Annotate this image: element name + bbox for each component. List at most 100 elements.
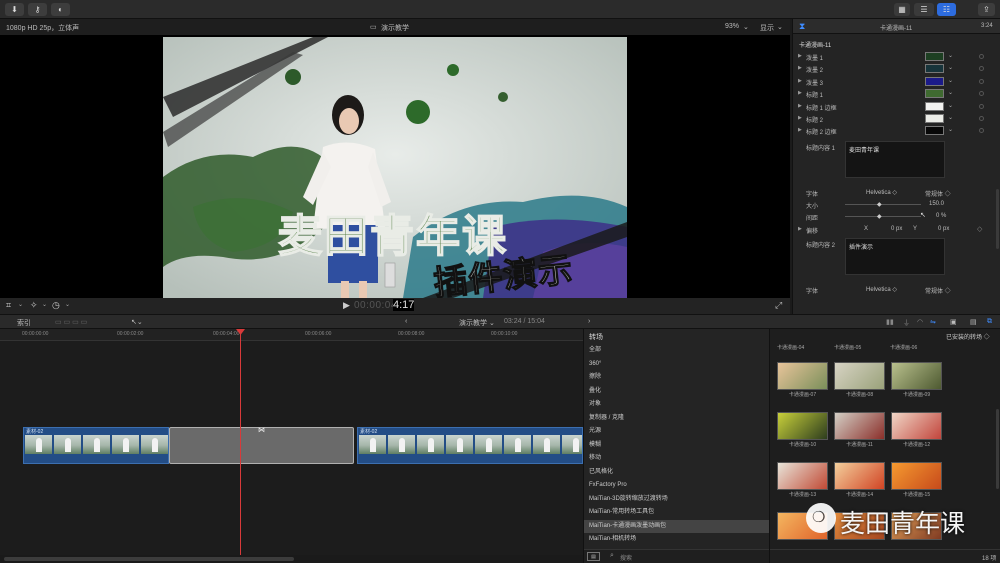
disclosure-triangle-icon[interactable]: ▶ bbox=[798, 127, 802, 133]
playhead[interactable] bbox=[240, 329, 241, 563]
timeline[interactable]: 00:00:00:00 00:00:02:00 00:00:04:00 00:0… bbox=[0, 329, 583, 563]
timeline-ruler[interactable]: 00:00:00:00 00:00:02:00 00:00:04:00 00:0… bbox=[0, 329, 583, 341]
transform-icon[interactable]: ⌗ bbox=[6, 300, 11, 311]
zoom-select[interactable]: 93% bbox=[725, 23, 739, 30]
chevron-down-icon[interactable]: ⌄ bbox=[948, 64, 953, 71]
transition-thumbnail[interactable]: 卡通漫画-11 bbox=[834, 412, 885, 448]
category-item[interactable]: 全部 bbox=[584, 344, 770, 357]
disclosure-triangle-icon[interactable]: ▶ bbox=[798, 103, 802, 109]
font-select[interactable]: Helvetica ◇ bbox=[866, 189, 897, 196]
keyframe-icon[interactable] bbox=[979, 54, 984, 59]
size-slider[interactable] bbox=[845, 204, 921, 205]
color-param-row[interactable]: ▶ 标题 1 ⌄ bbox=[793, 88, 1000, 99]
transition-thumbnail[interactable]: 卡通漫画-09 bbox=[891, 362, 942, 398]
clip-appearance-icon[interactable]: ▣ bbox=[950, 318, 957, 326]
color-param-row[interactable]: ▶ 标题 2 ⌄ bbox=[793, 113, 1000, 124]
color-swatch[interactable] bbox=[925, 64, 944, 74]
grid-scrollbar[interactable] bbox=[996, 409, 999, 489]
transition-thumbnail[interactable]: 卡通漫画-13 bbox=[777, 462, 828, 498]
skimming-icon[interactable]: ⏚ bbox=[903, 318, 910, 328]
inspector-scrollbar[interactable] bbox=[996, 189, 999, 249]
color-param-row[interactable]: ▶ 泼墨 1 ⌄ bbox=[793, 51, 1000, 62]
chevron-down-icon[interactable]: ⌄ bbox=[948, 126, 953, 133]
color-param-row[interactable]: ▶ 泼墨 2 ⌄ bbox=[793, 63, 1000, 74]
keywords-button[interactable]: ⚷ bbox=[28, 3, 47, 16]
chevron-down-icon[interactable]: ⌄ bbox=[948, 114, 953, 121]
category-item[interactable]: 叠化 bbox=[584, 385, 770, 398]
category-item[interactable]: FxFactory Pro bbox=[584, 479, 770, 492]
forward-icon[interactable]: › bbox=[588, 318, 590, 325]
font2-select[interactable]: Helvetica ◇ bbox=[866, 286, 897, 293]
effects-browser-icon[interactable]: ▤ bbox=[970, 318, 977, 326]
category-item[interactable]: 移动 bbox=[584, 452, 770, 465]
title-content-1-field[interactable]: 麦田青年课 bbox=[845, 141, 945, 178]
transition-thumbnail[interactable]: 卡通漫画-14 bbox=[834, 462, 885, 498]
timeline-scrollbar[interactable] bbox=[0, 555, 583, 563]
transition-clip[interactable]: ⋈ bbox=[169, 427, 354, 464]
category-item[interactable]: MaiTian-相机转场 bbox=[584, 533, 770, 546]
disclosure-triangle-icon[interactable]: ▶ bbox=[798, 90, 802, 96]
category-item[interactable]: 对象 bbox=[584, 398, 770, 411]
background-tasks-button[interactable]: ◐ bbox=[51, 3, 70, 16]
keyframe-icon[interactable]: ◇ bbox=[977, 225, 982, 233]
keyframe-icon[interactable] bbox=[979, 78, 984, 84]
slider-knob-icon[interactable]: ◆ bbox=[877, 213, 882, 220]
category-item[interactable]: 擦除 bbox=[584, 371, 770, 384]
installed-filter[interactable]: 已安装的转场 ◇ bbox=[946, 332, 990, 341]
color-swatch[interactable] bbox=[925, 89, 944, 99]
inspector-layout-button[interactable]: ☷ bbox=[937, 3, 956, 16]
index-button[interactable]: 索引 bbox=[17, 318, 31, 328]
sidebar-toggle-icon[interactable]: ▤ bbox=[587, 552, 600, 561]
size-value[interactable]: 150.0 bbox=[929, 201, 944, 207]
keyframe-icon[interactable] bbox=[979, 128, 984, 134]
audio-meter-icon[interactable]: ▮▮ bbox=[886, 318, 894, 326]
title-content-2-field[interactable]: 插件演示 bbox=[845, 238, 945, 275]
transition-thumbnail[interactable]: 卡通漫画-07 bbox=[777, 362, 828, 398]
category-item[interactable]: 复制器 / 克隆 bbox=[584, 412, 770, 425]
fullscreen-icon[interactable]: ⤢ bbox=[775, 300, 782, 311]
color-swatch[interactable] bbox=[925, 76, 944, 86]
video-clip[interactable]: 素材-02 bbox=[23, 427, 169, 464]
share-button[interactable]: ⇪ bbox=[978, 3, 995, 16]
chevron-down-icon[interactable]: ⌄ bbox=[948, 89, 953, 96]
project-name[interactable]: 演示教学 ⌄ bbox=[459, 318, 495, 328]
disclosure-triangle-icon[interactable]: ▶ bbox=[798, 53, 802, 59]
edit-tools-icon[interactable]: ▭ ▭ ▭ ▭ bbox=[55, 318, 87, 326]
disclosure-triangle-icon[interactable]: ▶ bbox=[798, 226, 802, 232]
disclosure-triangle-icon[interactable]: ▶ bbox=[798, 115, 802, 121]
color-swatch[interactable] bbox=[925, 126, 944, 136]
color-param-row[interactable]: ▶ 标题 2 边框 ⌄ bbox=[793, 125, 1000, 136]
transition-thumbnail[interactable]: 卡通漫画-08 bbox=[834, 362, 885, 398]
disclosure-triangle-icon[interactable]: ▶ bbox=[798, 65, 802, 71]
category-item[interactable]: 光源 bbox=[584, 425, 770, 438]
viewer[interactable]: 麦田青年课 插件演示 bbox=[0, 35, 790, 298]
chevron-down-icon[interactable]: ⌄ bbox=[948, 52, 953, 59]
chevron-down-icon[interactable]: ⌄ bbox=[948, 102, 953, 109]
spacing-slider[interactable] bbox=[845, 216, 921, 217]
transition-thumbnail[interactable]: 卡通漫画-12 bbox=[891, 412, 942, 448]
font-style-select[interactable]: 常规体 ◇ bbox=[925, 189, 951, 198]
font2-style-select[interactable]: 常规体 ◇ bbox=[925, 286, 951, 295]
category-item[interactable]: 模糊 bbox=[584, 439, 770, 452]
color-swatch[interactable] bbox=[925, 114, 944, 123]
enhance-icon[interactable]: ✧ bbox=[30, 300, 38, 311]
keyframe-icon[interactable] bbox=[979, 66, 984, 72]
transition-thumbnail[interactable]: 卡通漫画-15 bbox=[891, 462, 942, 498]
category-item[interactable]: 已风格化 bbox=[584, 466, 770, 479]
generator-icon[interactable]: ⧗ bbox=[799, 21, 805, 32]
play-button[interactable]: ▶ bbox=[343, 300, 350, 311]
color-swatch[interactable] bbox=[925, 52, 944, 61]
transitions-browser-icon[interactable]: ⧉ bbox=[987, 318, 992, 326]
transition-thumbnail[interactable]: 卡通漫画-10 bbox=[777, 412, 828, 448]
category-item[interactable]: MaiTian-卡通漫画泼墨动画包 bbox=[584, 519, 770, 533]
import-button[interactable]: ⬇ bbox=[5, 3, 24, 16]
color-param-row[interactable]: ▶ 泼墨 3 ⌄ bbox=[793, 76, 1000, 87]
timeline-layout-button[interactable]: ☰ bbox=[914, 3, 934, 16]
select-tool-icon[interactable]: ↖⌄ bbox=[131, 318, 143, 326]
browser-layout-button[interactable]: ▦ bbox=[894, 3, 910, 16]
scrollbar-thumb[interactable] bbox=[4, 557, 294, 561]
view-menu[interactable]: 显示 bbox=[760, 23, 774, 33]
chevron-down-icon[interactable]: ⌄ bbox=[948, 77, 953, 84]
back-icon[interactable]: ‹ bbox=[405, 318, 407, 325]
headphones-icon[interactable]: ◠ bbox=[917, 318, 923, 326]
